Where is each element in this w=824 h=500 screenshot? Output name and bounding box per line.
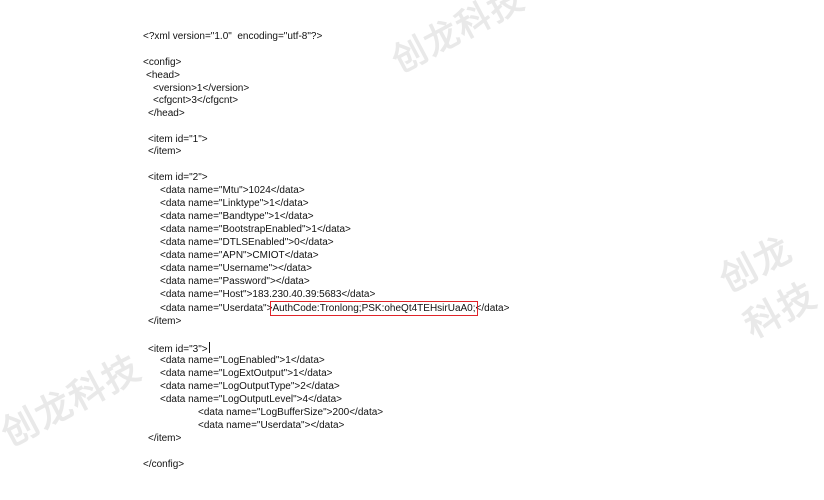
item-2-open-tag: <item id="2">	[148, 172, 208, 183]
data-logbuffersize-line: <data name="LogBufferSize">200</data>	[198, 407, 384, 418]
data-dtls-line: <data name="DTLSEnabled">0</data>	[160, 237, 334, 248]
data-host-line: <data name="Host">183.230.40.39:5683</da…	[160, 289, 376, 300]
data-password-line: <data name="Password"></data>	[160, 276, 310, 287]
userdata-prefix: <data name="Userdata">	[160, 303, 273, 314]
item-3-open-text: <item id="3">	[148, 344, 208, 355]
version-line: <version>1</version>	[153, 83, 250, 94]
item-1-close-tag: </item>	[148, 146, 182, 157]
data-logextoutput-line: <data name="LogExtOutput">1</data>	[160, 368, 333, 379]
text-cursor	[208, 342, 210, 353]
item-3-open-tag: <item id="3">	[148, 342, 210, 356]
config-close-tag: </config>	[143, 459, 185, 470]
config-open-tag: <config>	[143, 57, 182, 68]
watermark-right: 创龙科技	[713, 228, 824, 347]
data-userdata-line: <data name="Userdata">AuthCode:Tronlong;…	[160, 301, 510, 316]
xml-declaration: <?xml version="1.0" encoding="utf-8"?>	[143, 31, 323, 42]
data-logoutputlevel-line: <data name="LogOutputLevel">4</data>	[160, 394, 342, 405]
head-close-tag: </head>	[148, 108, 185, 119]
watermark-left: 创龙科技	[0, 347, 149, 455]
head-open-tag: <head>	[146, 70, 180, 81]
item-1-open-tag: <item id="1">	[148, 134, 208, 145]
data-bandtype-line: <data name="Bandtype">1</data>	[160, 211, 314, 222]
item-3-close-tag: </item>	[148, 433, 182, 444]
item-2-close-tag: </item>	[148, 316, 182, 327]
cfgcnt-line: <cfgcnt>3</cfgcnt>	[153, 95, 239, 106]
auth-psk-highlight: AuthCode:Tronlong;PSK:oheQt4TEHsirUaA0;	[270, 301, 478, 316]
data-username-line: <data name="Username"></data>	[160, 263, 312, 274]
data-apn-line: <data name="APN">CMIOT</data>	[160, 250, 319, 261]
data-mtu-line: <data name="Mtu">1024</data>	[160, 185, 305, 196]
data-linktype-line: <data name="Linktype">1</data>	[160, 198, 309, 209]
data-userdata-empty-line: <data name="Userdata"></data>	[198, 420, 345, 431]
watermark-top: 创龙科技	[385, 0, 532, 82]
data-logoutputtype-line: <data name="LogOutputType">2</data>	[160, 381, 340, 392]
data-bootstrap-line: <data name="BootstrapEnabled">1</data>	[160, 224, 351, 235]
userdata-suffix: </data>	[475, 303, 510, 314]
data-logenabled-line: <data name="LogEnabled">1</data>	[160, 355, 325, 366]
